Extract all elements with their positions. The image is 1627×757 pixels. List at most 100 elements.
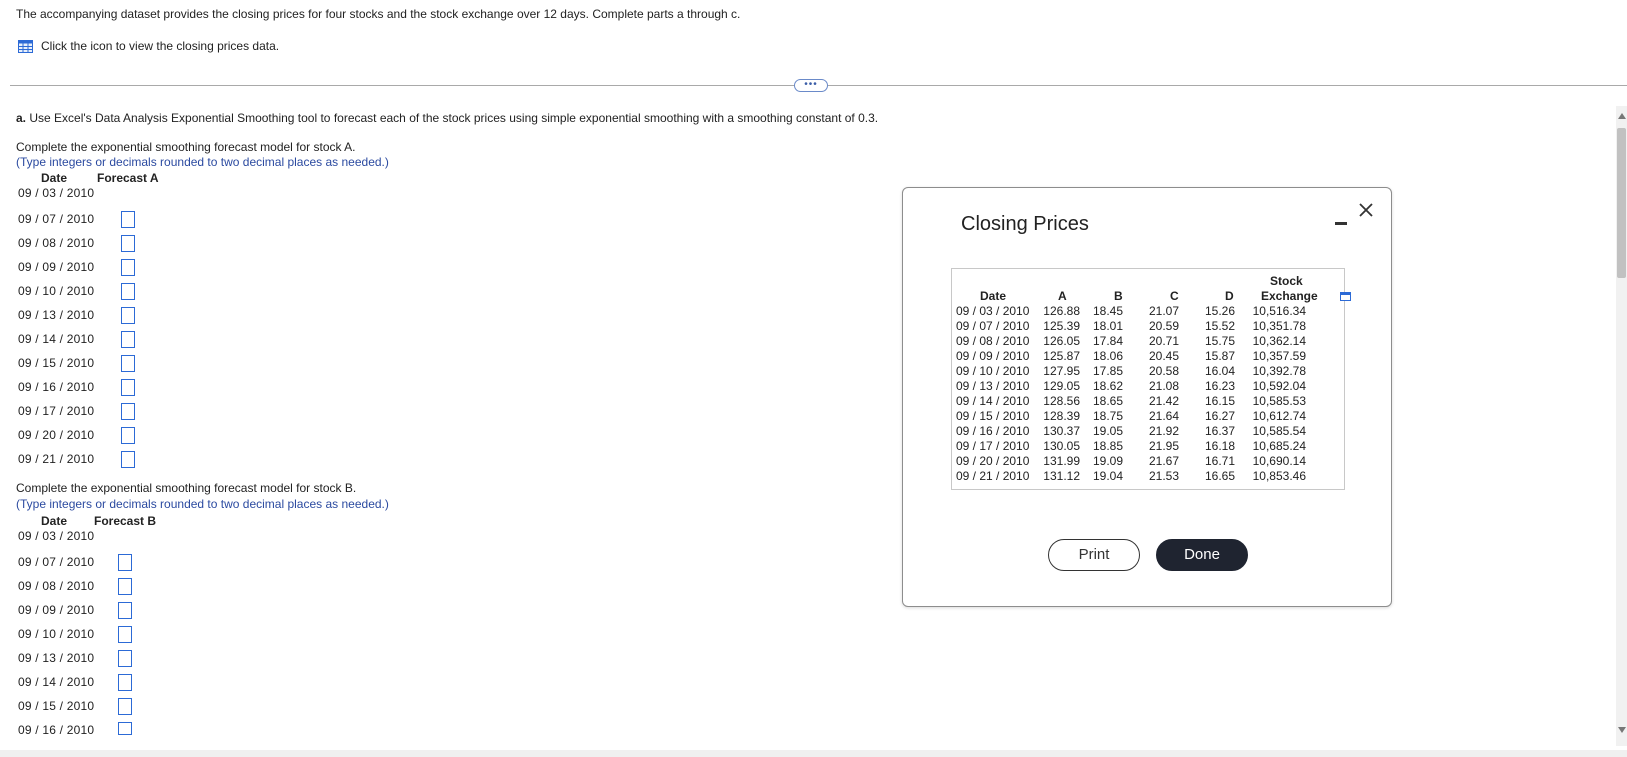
forecast-b-input[interactable] (118, 578, 132, 595)
forecast-a-input[interactable] (121, 307, 135, 324)
table-icon[interactable] (18, 39, 33, 53)
minimize-icon[interactable] (1335, 210, 1347, 231)
stock-a-date: 09 / 08 / 2010 (18, 236, 95, 250)
table-value-cell: 17.85 (1093, 364, 1124, 378)
table-value-cell: 16.04 (1205, 364, 1236, 378)
table-value-cell: 10,357.59 (1252, 349, 1306, 363)
table-value-cell: 15.26 (1205, 304, 1236, 318)
stock-a-date: 09 / 13 / 2010 (18, 308, 95, 322)
forecast-b-input[interactable] (118, 626, 132, 643)
table-value-cell: 16.71 (1205, 454, 1236, 468)
table-value-cell: 10,612.74 (1252, 409, 1306, 423)
forecast-b-input[interactable] (118, 602, 132, 619)
stock-b-date: 09 / 03 / 2010 (18, 529, 95, 543)
col-header-date: Date (980, 289, 1007, 303)
table-value-cell: 10,685.24 (1252, 439, 1306, 453)
table-value-cell: 18.01 (1093, 319, 1124, 333)
forecast-a-input[interactable] (121, 331, 135, 348)
table-date-cell: 09 / 17 / 2010 (956, 439, 1030, 453)
forecast-b-input[interactable] (118, 554, 132, 571)
forecast-b-input[interactable] (118, 674, 132, 691)
table-date-cell: 09 / 07 / 2010 (956, 319, 1030, 333)
stock-a-date: 09 / 03 / 2010 (18, 186, 95, 200)
copy-icon[interactable] (1340, 290, 1351, 301)
stock-b-date-header: Date (41, 514, 68, 528)
table-value-cell: 21.07 (1149, 304, 1180, 318)
forecast-a-input[interactable] (121, 403, 135, 420)
table-value-cell: 19.05 (1093, 424, 1124, 438)
stock-a-date: 09 / 16 / 2010 (18, 380, 95, 394)
forecast-a-input[interactable] (121, 355, 135, 372)
stock-b-date: 09 / 07 / 2010 (18, 555, 95, 569)
table-value-cell: 16.18 (1205, 439, 1236, 453)
stock-b-date: 09 / 13 / 2010 (18, 651, 95, 665)
table-value-cell: 21.92 (1149, 424, 1180, 438)
forecast-b-input[interactable] (118, 698, 132, 715)
table-value-cell: 19.04 (1093, 469, 1124, 483)
table-date-cell: 09 / 03 / 2010 (956, 304, 1030, 318)
col-header-c: C (1170, 289, 1179, 303)
forecast-a-input[interactable] (121, 259, 135, 276)
table-value-cell: 21.42 (1149, 394, 1180, 408)
close-icon[interactable] (1358, 202, 1378, 222)
closing-prices-dialog: Closing Prices Date A B C D Stock Exchange 09 /… (902, 187, 1392, 607)
stock-b-date: 09 / 09 / 2010 (18, 603, 95, 617)
table-value-cell: 16.23 (1205, 379, 1236, 393)
part-a-question: a. Use Excel's Data Analysis Exponential… (16, 111, 878, 125)
stock-a-hint: (Type integers or decimals rounded to tw… (16, 155, 389, 169)
view-data-text[interactable]: Click the icon to view the closing price… (41, 39, 279, 53)
table-value-cell: 15.75 (1205, 334, 1236, 348)
part-a-label: a. (16, 111, 27, 125)
table-value-cell: 21.53 (1149, 469, 1180, 483)
stock-b-hint: (Type integers or decimals rounded to tw… (16, 497, 389, 511)
forecast-b-input[interactable] (118, 722, 132, 735)
table-value-cell: 15.87 (1205, 349, 1236, 363)
forecast-a-input[interactable] (121, 235, 135, 252)
table-date-cell: 09 / 21 / 2010 (956, 469, 1030, 483)
table-date-cell: 09 / 20 / 2010 (956, 454, 1030, 468)
table-value-cell: 21.08 (1149, 379, 1180, 393)
table-value-cell: 126.05 (1043, 334, 1080, 348)
forecast-a-input[interactable] (121, 211, 135, 228)
done-button[interactable]: Done (1156, 539, 1248, 571)
table-date-cell: 09 / 13 / 2010 (956, 379, 1030, 393)
table-value-cell: 125.39 (1043, 319, 1080, 333)
table-value-cell: 20.58 (1149, 364, 1180, 378)
stock-a-date: 09 / 17 / 2010 (18, 404, 95, 418)
table-value-cell: 129.05 (1043, 379, 1080, 393)
forecast-a-input[interactable] (121, 451, 135, 468)
table-value-cell: 21.95 (1149, 439, 1180, 453)
print-button[interactable]: Print (1048, 539, 1140, 571)
table-value-cell: 131.12 (1043, 469, 1080, 483)
forecast-a-input[interactable] (121, 283, 135, 300)
table-date-cell: 09 / 09 / 2010 (956, 349, 1030, 363)
stock-a-date: 09 / 10 / 2010 (18, 284, 95, 298)
stock-a-date: 09 / 09 / 2010 (18, 260, 95, 274)
stock-a-date: 09 / 07 / 2010 (18, 212, 95, 226)
table-value-cell: 18.45 (1093, 304, 1124, 318)
table-value-cell: 130.05 (1043, 439, 1080, 453)
table-value-cell: 126.88 (1043, 304, 1080, 318)
scroll-up-arrow-icon[interactable] (1618, 113, 1626, 119)
table-value-cell: 20.45 (1149, 349, 1180, 363)
table-value-cell: 10,362.14 (1252, 334, 1306, 348)
forecast-b-input[interactable] (118, 650, 132, 667)
view-data-link[interactable]: Click the icon to view the closing price… (18, 39, 279, 53)
stock-a-forecast-header: Forecast A (97, 171, 159, 185)
table-value-cell: 125.87 (1043, 349, 1080, 363)
table-value-cell: 127.95 (1043, 364, 1080, 378)
table-value-cell: 128.39 (1043, 409, 1080, 423)
forecast-a-input[interactable] (121, 379, 135, 396)
bottom-bar (0, 750, 1627, 757)
table-date-cell: 09 / 10 / 2010 (956, 364, 1030, 378)
forecast-a-input[interactable] (121, 427, 135, 444)
table-date-cell: 09 / 14 / 2010 (956, 394, 1030, 408)
col-header-a: A (1058, 289, 1067, 303)
scroll-down-arrow-icon[interactable] (1618, 727, 1626, 733)
table-value-cell: 20.71 (1149, 334, 1180, 348)
table-value-cell: 10,585.54 (1252, 424, 1306, 438)
table-value-cell: 18.85 (1093, 439, 1124, 453)
expand-button[interactable]: ••• (794, 79, 828, 92)
stock-a-date-header: Date (41, 171, 68, 185)
scrollbar-thumb[interactable] (1617, 128, 1626, 278)
